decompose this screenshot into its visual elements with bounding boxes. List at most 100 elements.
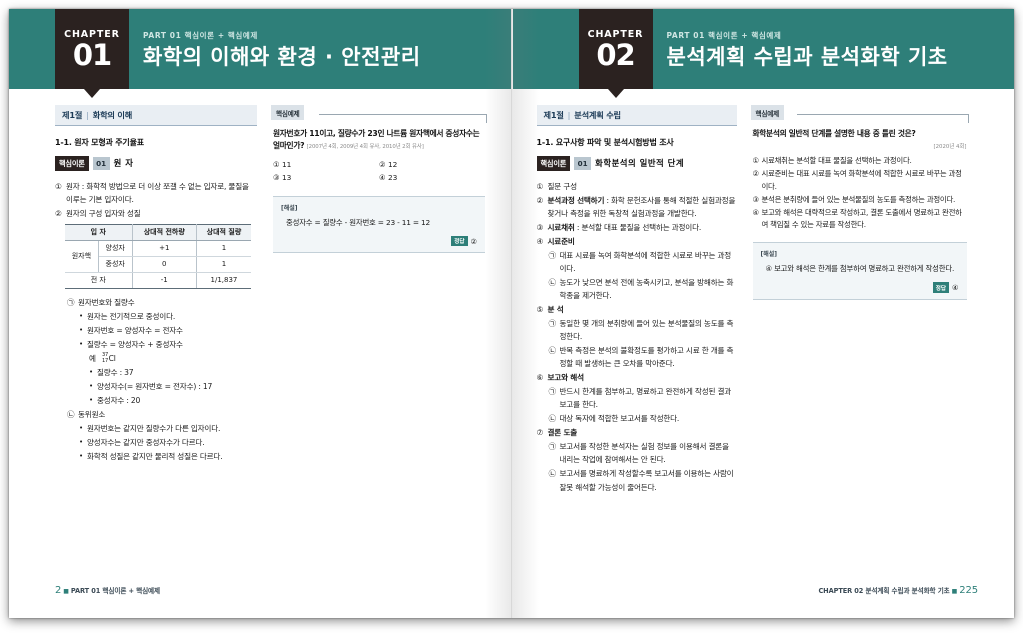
item-text: 분석과정 선택하기 : 화학 문헌조사를 통해 적절한 실험과정을 찾거나 측정… bbox=[548, 194, 737, 220]
example-tag: 핵심예제 bbox=[271, 105, 305, 120]
cell-mass: 1/1,837 bbox=[195, 272, 251, 289]
example-choices: ① 시료채취는 분석할 대표 물질을 선택하는 과정이다. ② 시료준비는 대표… bbox=[753, 155, 967, 231]
chapter-kicker: PART 01 핵심이론 + 핵심예제 bbox=[666, 31, 782, 40]
bullet-icon: • bbox=[79, 424, 83, 433]
example-rule bbox=[319, 113, 487, 123]
choice-marker: ④ bbox=[752, 207, 760, 217]
theory-item: ⑤ 분 석 bbox=[537, 303, 737, 316]
choice-option[interactable]: ① 시료채취는 분석할 대표 물질을 선택하는 과정이다. bbox=[753, 155, 967, 167]
item-label: 시료준비 bbox=[547, 236, 575, 246]
bullet-text: 중성자수 : 20 bbox=[97, 395, 141, 405]
choice-text: 분석은 분취량에 들어 있는 분석물질의 농도를 측정하는 과정이다. bbox=[761, 194, 956, 204]
cell-charge: -1 bbox=[131, 272, 197, 289]
element-symbol: Cl bbox=[108, 353, 116, 363]
theory-bullet: • 중성자수 : 20 bbox=[55, 394, 257, 407]
core-theory-number: 01 bbox=[574, 156, 592, 170]
theory-example-isotope: 예 37 17Cl bbox=[55, 352, 257, 365]
page-number: 225 bbox=[959, 585, 978, 596]
example-body: 원자번호가 11이고, 질량수가 23인 나트륨 원자핵에서 중성자수는 얼마인… bbox=[271, 114, 487, 254]
bullet-text: 원자번호 = 양성자수 = 전자수 bbox=[87, 325, 183, 335]
left-page-footer: 2 ■ PART 01 핵심이론 + 핵심예제 bbox=[55, 585, 160, 596]
subitem-marker: ㉡ bbox=[548, 414, 557, 424]
choice-option[interactable]: ② 시료준비는 대표 시료를 녹여 화학분석에 적합한 시료로 바꾸는 과정이다… bbox=[753, 168, 967, 193]
right-example-column: 핵심예제 화학분석의 일반적 단계를 설명한 내용 중 틀린 것은? [2020… bbox=[750, 105, 969, 495]
core-theory-number: 01 bbox=[92, 156, 110, 170]
item-label: 분 석 bbox=[547, 304, 564, 314]
item-marker: ② bbox=[55, 208, 62, 218]
left-page: CHAPTER 01 PART 01 핵심이론 + 핵심예제 화학의 이해와 환… bbox=[9, 9, 512, 618]
right-chapter-tab: CHAPTER 02 bbox=[578, 9, 653, 98]
cell-group: 전 자 bbox=[65, 272, 133, 289]
item-text: 결론 도출 bbox=[548, 426, 737, 439]
cell-name: 양성자 bbox=[97, 240, 133, 257]
theory-bullet: • 질량수 = 양성자수 + 중성자수 bbox=[55, 338, 257, 351]
theory-item: ㉡ 동위원소 bbox=[55, 408, 257, 421]
core-theory-tag: 핵심이론 bbox=[55, 156, 89, 171]
right-page-body: 제1절 | 분석계획 수립 1-1. 요구사항 파악 및 분석시험방법 조사 핵심이… bbox=[513, 89, 1015, 495]
left-page-body: 제1절 | 화학의 이해 1-1. 원자 모형과 주기율표 핵심이론 01 원 자 … bbox=[9, 89, 511, 464]
section-no: 제1절 bbox=[62, 110, 83, 120]
item-body: : 분석할 대표 물질을 선택하는 과정이다. bbox=[574, 222, 702, 232]
choice-option[interactable]: ① 11 bbox=[273, 158, 379, 172]
left-chapter-header: CHAPTER 01 PART 01 핵심이론 + 핵심예제 화학의 이해와 환… bbox=[9, 9, 511, 98]
subitem-text: 반복 측정은 분석의 불확정도를 평가하고 시료 한 개를 측정할 때 발생하는… bbox=[559, 346, 734, 369]
choice-text: 보고와 해석은 대략적으로 작성하고, 결론 도출에서 명료하고 완전하여 책임… bbox=[761, 207, 962, 229]
theory-item: ② 분석과정 선택하기 : 화학 문헌조사를 통해 적절한 실험과정을 찾거나 … bbox=[537, 194, 737, 220]
cell-group: 원자핵 bbox=[65, 240, 99, 273]
section-title: 분석계획 수립 bbox=[574, 110, 621, 120]
particle-table: 입 자 상대적 전하량 상대적 질량 원자핵 양성자 +1 1 중성자 0 1 … bbox=[65, 223, 251, 289]
section-bar: 제1절 | 분석계획 수립 bbox=[536, 105, 737, 126]
theory-subitem: ㉠ 대표 시료를 녹여 화학분석에 적합한 시료로 바꾸는 과정이다. bbox=[537, 249, 737, 275]
theory-item: ④ 시료준비 bbox=[537, 235, 737, 248]
section-title: 화학의 이해 bbox=[92, 110, 133, 120]
item-text: 원자의 구성 입자와 성질 bbox=[66, 208, 141, 218]
theory-bullet: • 화학적 성질은 같지만 물리적 성질은 다르다. bbox=[55, 450, 257, 463]
isotope-notation: 37 17Cl bbox=[102, 352, 257, 365]
subitem-marker: ㉡ bbox=[548, 277, 557, 287]
cell-mass: 1 bbox=[195, 256, 251, 273]
right-page-footer: CHAPTER 02 분석계획 수립과 분석화학 기초 ■ 225 bbox=[818, 585, 978, 596]
item-text: 시료채취 : 분석할 대표 물질을 선택하는 과정이다. bbox=[548, 221, 737, 234]
theory-subitem: ㉠ 보고서를 작성한 분석자는 실험 정보를 이용해서 결론을 내리는 작업에 … bbox=[537, 440, 737, 466]
chapter-kicker: PART 01 핵심이론 + 핵심예제 bbox=[143, 31, 258, 40]
bullet-text: 질량수 = 양성자수 + 중성자수 bbox=[87, 339, 183, 349]
footer-text: CHAPTER 02 분석계획 수립과 분석화학 기초 bbox=[818, 587, 950, 595]
example-box: 핵심예제 화학분석의 일반적 단계를 설명한 내용 중 틀린 것은? [2020… bbox=[750, 105, 969, 300]
item-marker: ㉡ bbox=[67, 410, 75, 420]
choice-option[interactable]: ② 12 bbox=[379, 158, 485, 172]
left-chapter-titles: PART 01 핵심이론 + 핵심예제 화학의 이해와 환경 · 안전관리 bbox=[129, 9, 511, 89]
topic-heading: 1-1. 원자 모형과 주기율표 bbox=[55, 138, 144, 147]
section-separator: | bbox=[567, 110, 571, 120]
choice-option[interactable]: ③ 분석은 분취량에 들어 있는 분석물질의 농도를 측정하는 과정이다. bbox=[753, 194, 967, 206]
item-marker: ② bbox=[536, 195, 544, 205]
theory-bullet: • 양성자수(= 원자번호 = 전자수) : 17 bbox=[55, 380, 257, 393]
subitem-text: 보고서를 명료하게 작성할수록 보고서를 이용하는 사람이 잘못 해석할 가능성… bbox=[559, 469, 734, 492]
subitem-marker: ㉡ bbox=[548, 346, 557, 356]
left-theory-column: 제1절 | 화학의 이해 1-1. 원자 모형과 주기율표 핵심이론 01 원 자 … bbox=[55, 105, 257, 464]
atomic-number: 17 bbox=[102, 357, 109, 364]
bullet-icon: • bbox=[79, 438, 83, 447]
item-marker: ④ bbox=[536, 236, 544, 246]
item-label: 보고와 해석 bbox=[547, 373, 585, 383]
choice-option[interactable]: ③ 13 bbox=[273, 171, 379, 185]
choice-option[interactable]: ④ 보고와 해석은 대략적으로 작성하고, 결론 도출에서 명료하고 완전하여 … bbox=[753, 207, 967, 232]
example-rule bbox=[796, 113, 969, 123]
right-page: CHAPTER 02 PART 01 핵심이론 + 핵심예제 분석계획 수립과 … bbox=[511, 9, 1015, 618]
item-text: 보고와 해석 bbox=[548, 371, 737, 384]
theory-item: ⑦ 결론 도출 bbox=[537, 426, 737, 439]
solution-box: [해설] ④ 보고와 해석은 한계를 첨부하여 명료하고 완전하게 작성한다. … bbox=[752, 242, 967, 300]
subitem-text: 대상 독자에 적합한 보고서를 작성한다. bbox=[559, 414, 680, 424]
theory-subitem: ㉡ 반복 측정은 분석의 불확정도를 평가하고 시료 한 개를 측정할 때 발생… bbox=[537, 344, 737, 370]
footer-square-icon: ■ bbox=[63, 588, 69, 595]
theory-item: ① 질문 구성 bbox=[537, 180, 737, 193]
bullet-text: 화학적 성질은 같지만 물리적 성질은 다르다. bbox=[87, 452, 223, 462]
right-chapter-header: CHAPTER 02 PART 01 핵심이론 + 핵심예제 분석계획 수립과 … bbox=[512, 9, 1014, 98]
theory-subitem: ㉡ 농도가 낮으면 분석 전에 농축시키고, 분석을 방해하는 화학종을 제거한… bbox=[537, 276, 737, 302]
choice-option[interactable]: ④ 23 bbox=[379, 171, 485, 185]
cell-name: 중성자 bbox=[98, 256, 133, 273]
item-text: 원자 : 화학적 방법으로 더 이상 쪼갤 수 없는 입자로, 물질을 이루는 … bbox=[66, 181, 249, 204]
chapter-number: 01 bbox=[72, 37, 112, 72]
answer-row: 정답 ④ bbox=[761, 282, 959, 293]
choice-marker: ① bbox=[752, 156, 760, 166]
right-theory-column: 제1절 | 분석계획 수립 1-1. 요구사항 파악 및 분석시험방법 조사 핵심이… bbox=[536, 105, 737, 495]
